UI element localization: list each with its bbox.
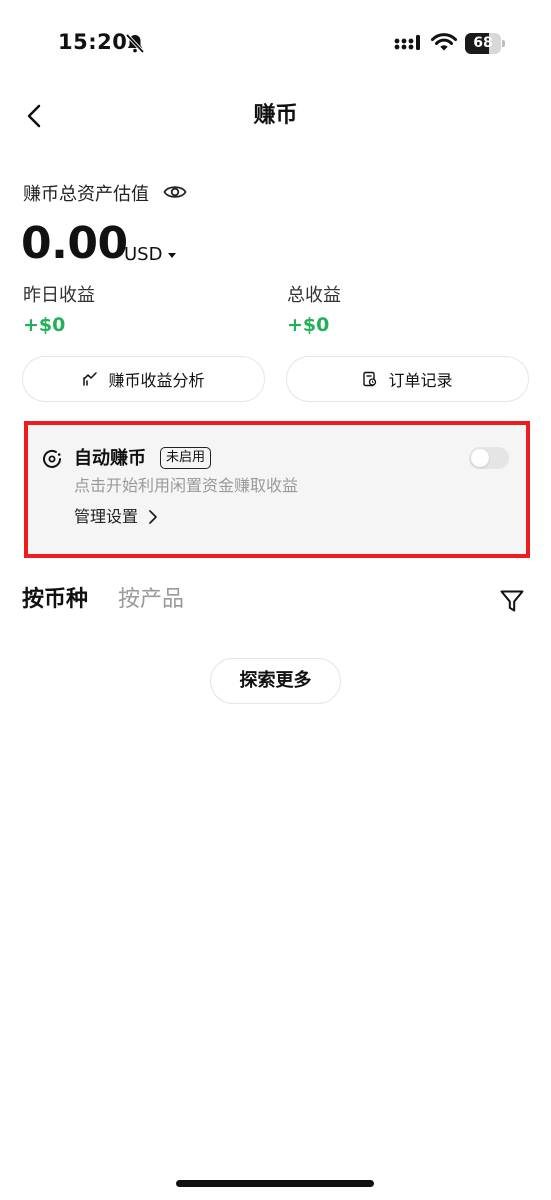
currency-selector[interactable]: USD	[124, 244, 177, 266]
caret-down-icon	[168, 252, 177, 258]
currency-label: USD	[124, 244, 163, 265]
toggle-knob	[471, 449, 489, 467]
filter-icon[interactable]	[499, 588, 525, 614]
manage-settings-label: 管理设置	[74, 507, 139, 526]
battery-icon: 68	[465, 33, 507, 54]
signal-icon	[394, 35, 420, 50]
home-indicator[interactable]	[176, 1180, 374, 1187]
total-assets-value: 0.00	[21, 218, 128, 269]
earnings-analysis-label: 赚币收益分析	[108, 371, 205, 390]
yesterday-earnings-value: +$0	[23, 314, 66, 336]
status-badge: 未启用	[160, 447, 212, 469]
auto-earn-description: 点击开始利用闲置资金赚取收益	[74, 476, 299, 495]
yesterday-earnings-label: 昨日收益	[23, 285, 95, 306]
total-assets-label: 赚币总资产估值	[23, 184, 149, 205]
eye-icon[interactable]	[163, 182, 187, 202]
auto-earn-title: 自动赚币	[74, 448, 146, 469]
bell-muted-icon	[125, 33, 145, 54]
chart-line-icon	[83, 372, 98, 386]
page-title: 赚币	[253, 103, 298, 128]
explore-more-button[interactable]: 探索更多	[210, 658, 341, 704]
auto-earn-toggle[interactable]	[469, 447, 509, 469]
auto-earn-card[interactable]: 自动赚币 未启用 点击开始利用闲置资金赚取收益 管理设置	[24, 421, 530, 558]
tab-by-product[interactable]: 按产品	[118, 584, 184, 616]
battery-level: 68	[473, 35, 493, 51]
order-record-icon	[363, 371, 377, 387]
status-time: 15:20	[58, 30, 128, 54]
tab-by-coin[interactable]: 按币种	[22, 584, 88, 616]
order-history-button[interactable]: 订单记录	[286, 356, 529, 402]
total-earnings-label: 总收益	[287, 285, 341, 306]
auto-earn-icon	[43, 449, 61, 468]
chevron-left-icon[interactable]	[20, 100, 50, 132]
order-history-label: 订单记录	[388, 371, 453, 390]
manage-settings-link[interactable]: 管理设置	[74, 506, 158, 528]
earnings-analysis-button[interactable]: 赚币收益分析	[22, 356, 265, 402]
wifi-icon	[431, 33, 457, 51]
chevron-right-icon	[149, 510, 157, 524]
total-earnings-value: +$0	[287, 314, 330, 336]
status-bar: 15:20 68	[0, 0, 551, 90]
